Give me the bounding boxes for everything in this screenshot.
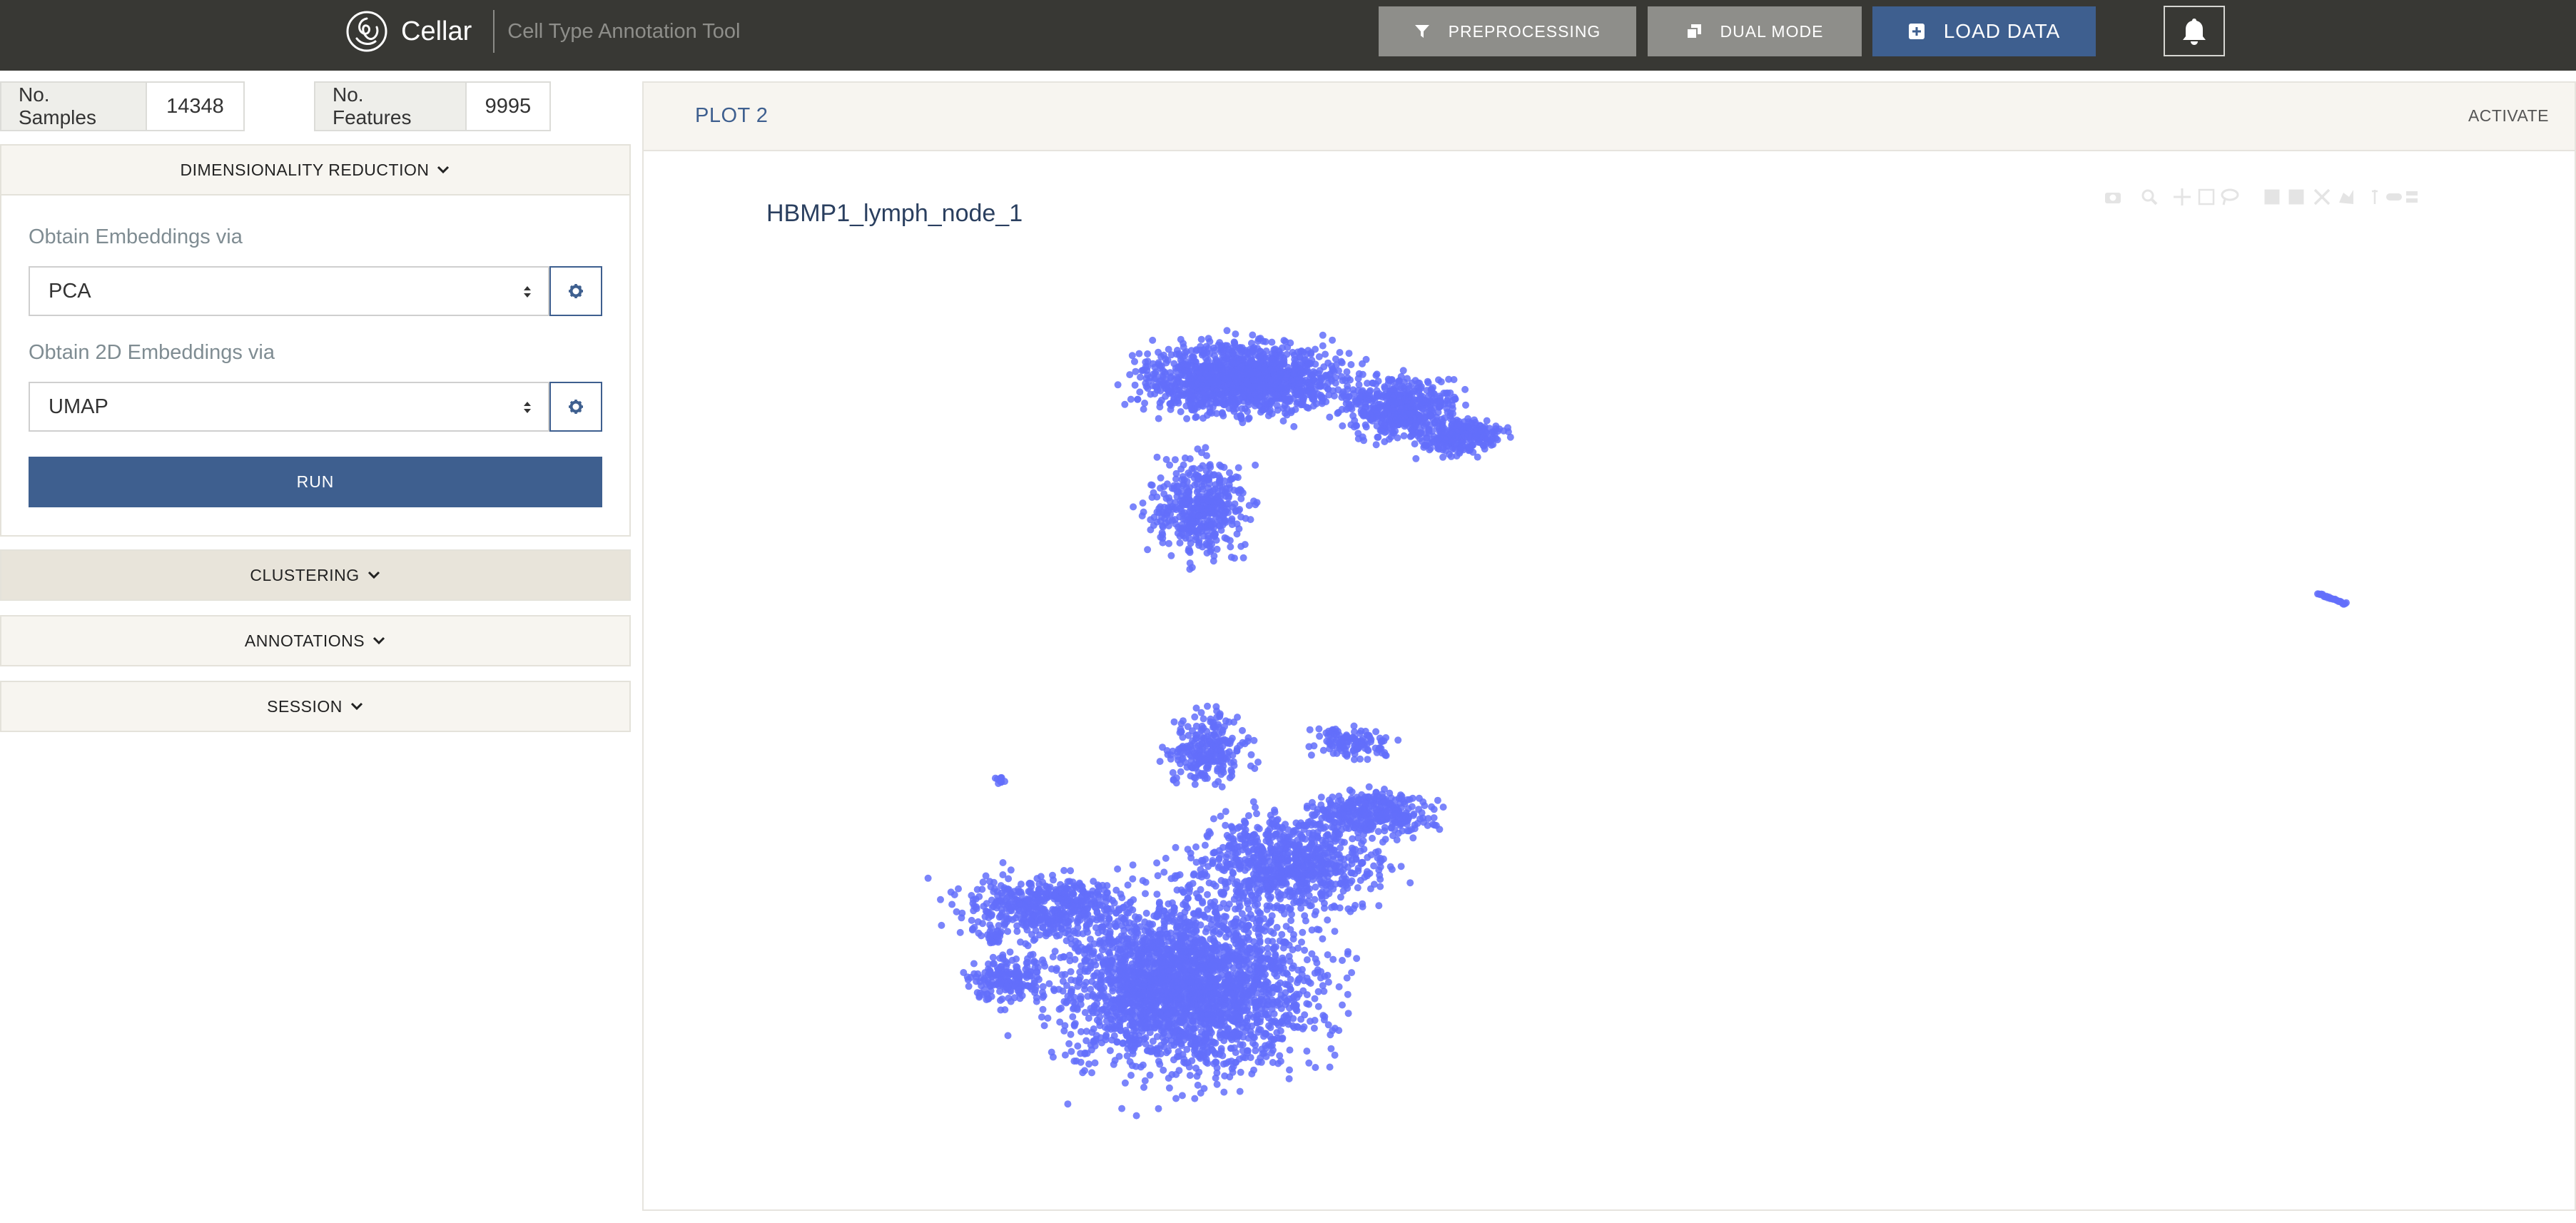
chevron-down-icon [350, 702, 362, 711]
gear-icon [569, 400, 583, 414]
plot-title: HBMP1_lymph_node_1 [766, 200, 1023, 227]
dim-reduction-body: Obtain Embeddings via PCA Obtain 2D Embe… [0, 196, 631, 537]
session-header[interactable]: SESSION [0, 681, 631, 732]
spike-lines-icon[interactable] [2372, 190, 2378, 204]
embeddings-value: PCA [49, 279, 91, 303]
bell-icon [2183, 18, 2206, 45]
load-data-button[interactable]: LOAD DATA [1872, 6, 2096, 56]
plot-modebar [2104, 188, 2418, 205]
hover-compare-icon[interactable] [2406, 191, 2418, 203]
app-subtitle: Cell Type Annotation Tool [507, 19, 741, 43]
plus-square-icon [1908, 24, 1925, 39]
camera-icon[interactable] [2105, 193, 2121, 203]
copy-icon [1685, 24, 1701, 39]
activate-button[interactable]: ACTIVATE [2468, 106, 2549, 126]
features-count: No. Features 9995 [314, 81, 551, 131]
chevron-down-icon [437, 166, 450, 174]
embeddings-select[interactable]: PCA [29, 266, 549, 316]
session-title: SESSION [267, 696, 343, 716]
annotations-title: ANNOTATIONS [244, 631, 365, 650]
hover-closest-icon[interactable] [2386, 193, 2402, 201]
reset-axes-icon[interactable] [2339, 190, 2353, 204]
preprocessing-button[interactable]: PREPROCESSING [1379, 6, 1636, 56]
embeddings-2d-settings-button[interactable] [549, 382, 602, 432]
dual-mode-label: DUAL MODE [1720, 21, 1824, 41]
dual-mode-button[interactable]: DUAL MODE [1648, 6, 1862, 56]
samples-count: No. Samples 14348 [0, 81, 245, 131]
embeddings-settings-button[interactable] [549, 266, 602, 316]
scatter-points [924, 327, 2350, 1120]
embeddings-2d-select[interactable]: UMAP [29, 382, 549, 432]
brand-divider [493, 10, 495, 53]
samples-label: No. Samples [1, 83, 147, 130]
brand[interactable]: Cellar Cell Type Annotation Tool [345, 10, 740, 53]
zoom-icon[interactable] [2141, 189, 2158, 205]
plot-panel: PLOT 2 ACTIVATE HBMP1_lymph_node_1 [642, 81, 2576, 1211]
samples-value: 14348 [146, 83, 243, 130]
zoom-in-icon[interactable] [2264, 189, 2280, 205]
zoom-out-icon[interactable] [2288, 189, 2304, 205]
sort-arrows-icon [524, 402, 531, 413]
embeddings-2d-value: UMAP [49, 395, 108, 418]
dim-reduction-header[interactable]: DIMENSIONALITY REDUCTION [0, 144, 631, 196]
filter-icon [1414, 25, 1429, 38]
load-data-label: LOAD DATA [1943, 20, 2061, 42]
umap-scatter-plot[interactable] [644, 151, 2575, 1207]
box-select-icon[interactable] [2198, 188, 2215, 205]
gear-icon [569, 284, 583, 298]
embeddings-2d-label: Obtain 2D Embeddings via [29, 341, 275, 364]
pan-icon[interactable] [2174, 188, 2191, 205]
preprocessing-label: PREPROCESSING [1448, 21, 1601, 41]
features-label: No. Features [315, 83, 467, 130]
sort-arrows-icon [524, 286, 531, 298]
cellar-logo-icon [346, 11, 387, 52]
embeddings-label: Obtain Embeddings via [29, 225, 243, 248]
plot-panel-header: PLOT 2 ACTIVATE [644, 83, 2575, 151]
autoscale-icon[interactable] [2313, 188, 2331, 205]
plot-panel-title: PLOT 2 [695, 104, 769, 127]
annotations-header[interactable]: ANNOTATIONS [0, 615, 631, 666]
clustering-header[interactable]: CLUSTERING [0, 549, 631, 601]
notifications-button[interactable] [2164, 6, 2225, 56]
top-navbar: Cellar Cell Type Annotation Tool PREPROC… [0, 0, 2576, 71]
lasso-select-icon[interactable] [2221, 188, 2239, 205]
run-button[interactable]: RUN [29, 457, 602, 507]
features-value: 9995 [466, 83, 549, 130]
chevron-down-icon [373, 636, 385, 645]
clustering-title: CLUSTERING [250, 565, 360, 584]
dim-reduction-title: DIMENSIONALITY REDUCTION [180, 160, 430, 179]
app-name: Cellar [401, 16, 472, 46]
chevron-down-icon [367, 571, 380, 579]
